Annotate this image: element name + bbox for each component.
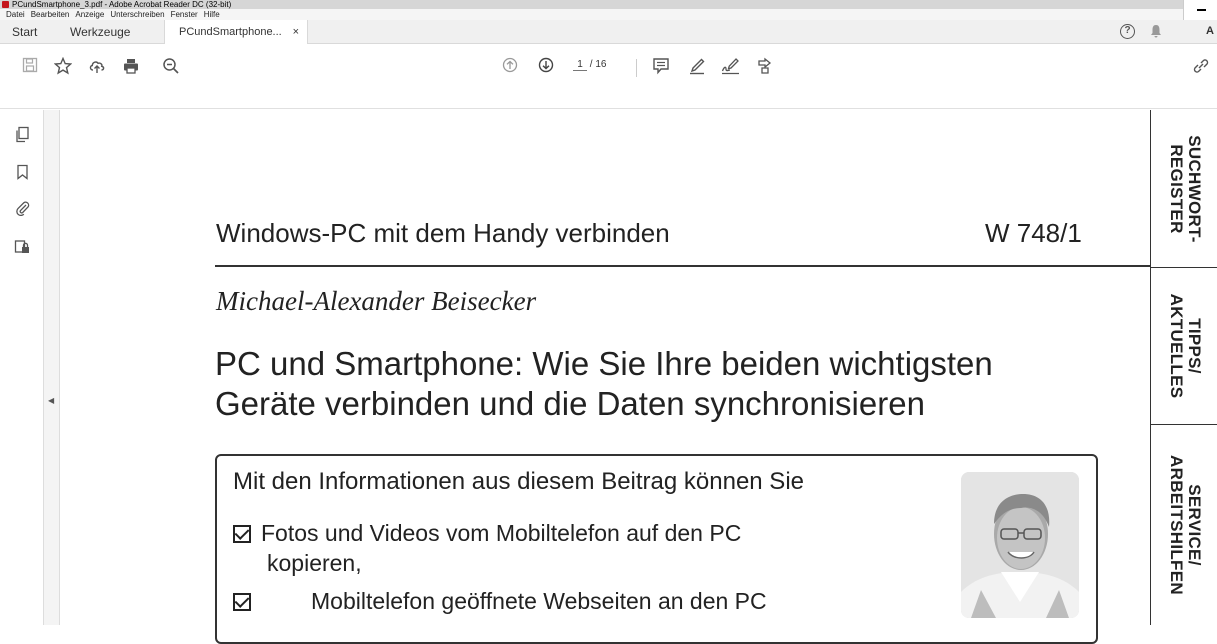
zoom-out-icon[interactable] xyxy=(160,57,182,79)
menu-bar: Datei Bearbeiten Anzeige Unterschreiben Fens… xyxy=(0,9,1183,20)
print-icon[interactable] xyxy=(120,57,142,79)
help-icon[interactable]: ? xyxy=(1120,24,1135,39)
current-page-input[interactable]: 1 xyxy=(573,59,587,71)
headline-line-2: Geräte verbinden und die Daten synchroni… xyxy=(215,385,925,422)
attachments-paperclip-icon[interactable] xyxy=(14,200,30,218)
section-number: W 748/1 xyxy=(985,218,1082,248)
highlight-pen-icon[interactable] xyxy=(686,57,708,79)
menu-bearbeiten[interactable]: Bearbeiten xyxy=(31,10,70,19)
register-tab-suchwort: SUCHWORT- REGISTER xyxy=(1151,110,1217,268)
menu-hilfe[interactable]: Hilfe xyxy=(204,10,220,19)
info-box-item-1: Fotos und Videos vom Mobiltelefon auf de… xyxy=(233,518,873,578)
info-box: Mit den Informationen aus diesem Beitrag… xyxy=(215,454,1098,644)
tab-werkzeuge[interactable]: Werkzeuge xyxy=(70,20,130,44)
acrobat-app-icon xyxy=(2,1,9,8)
article-headline: PC und Smartphone: Wie Sie Ihre beiden w… xyxy=(215,344,1075,424)
menu-fenster[interactable]: Fenster xyxy=(171,10,198,19)
toolbar-divider xyxy=(636,59,637,77)
headline-line-1: PC und Smartphone: Wie Sie Ihre beiden w… xyxy=(215,345,993,382)
menu-unterschreiben[interactable]: Unterschreiben xyxy=(110,10,164,19)
window-titlebar: PCundSmartphone_3.pdf - Adobe Acrobat Re… xyxy=(0,0,1217,20)
notifications-bell-icon[interactable] xyxy=(1150,24,1162,41)
main-toolbar: 1 / 16 xyxy=(0,45,1217,109)
menu-anzeige[interactable]: Anzeige xyxy=(75,10,104,19)
page-navigator: 1 / 16 xyxy=(573,59,606,71)
tab-bar: Start Werkzeuge PCundSmartphone... × ? A xyxy=(0,20,1217,44)
running-header: Windows-PC mit dem Handy verbinden xyxy=(216,218,670,248)
register-tab-tipps-label: TIPPS/ AKTUELLES xyxy=(1166,293,1204,399)
header-rule xyxy=(215,265,1150,267)
save-icon[interactable] xyxy=(20,57,40,79)
security-lock-icon[interactable] xyxy=(14,238,30,256)
sign-icon[interactable] xyxy=(720,57,742,79)
register-tab-tipps: TIPPS/ AKTUELLES xyxy=(1151,268,1217,425)
close-tab-icon[interactable]: × xyxy=(293,20,299,44)
page-total: / 16 xyxy=(589,59,607,70)
bookmark-star-icon[interactable] xyxy=(52,56,74,79)
tab-document[interactable]: PCundSmartphone... × xyxy=(164,20,308,44)
register-tab-suchwort-label: SUCHWORT- REGISTER xyxy=(1166,134,1204,243)
author-name: Michael-Alexander Beisecker xyxy=(216,286,537,316)
next-page-icon[interactable] xyxy=(536,57,556,79)
info-box-item-2-text: Mobiltelefon geöffnete Webseiten an den … xyxy=(311,588,767,614)
tab-document-label: PCundSmartphone... xyxy=(179,26,282,38)
share-link-icon[interactable] xyxy=(1190,57,1212,79)
info-box-item-1-text: Fotos und Videos vom Mobiltelefon auf de… xyxy=(261,520,742,546)
checkbox-checked-icon xyxy=(233,525,251,543)
register-tab-service: SERVICE/ ARBEITSHILFEN xyxy=(1151,425,1217,625)
upload-cloud-icon[interactable] xyxy=(86,57,108,79)
expand-panel-arrow-icon[interactable]: ◀ xyxy=(48,396,54,405)
info-box-heading: Mit den Informationen aus diesem Beitrag… xyxy=(233,468,804,495)
info-box-item-2: Mobiltelefon geöffnete Webseiten an den … xyxy=(233,586,873,616)
left-navigation-rail xyxy=(0,110,44,625)
panel-collapse-strip[interactable]: ◀ xyxy=(44,110,60,625)
previous-page-icon[interactable] xyxy=(500,57,520,79)
minimize-icon xyxy=(1197,9,1206,11)
page-thumbnails-icon[interactable] xyxy=(14,126,30,144)
menu-datei[interactable]: Datei xyxy=(6,10,25,19)
register-tabs: SUCHWORT- REGISTER TIPPS/ AKTUELLES SERV… xyxy=(1150,110,1217,625)
bookmarks-panel-icon[interactable] xyxy=(14,164,30,182)
checkbox-checked-icon xyxy=(233,593,251,611)
comment-icon[interactable] xyxy=(650,57,672,79)
window-title: PCundSmartphone_3.pdf - Adobe Acrobat Re… xyxy=(12,0,232,9)
author-portrait-photo xyxy=(961,472,1079,618)
info-box-item-1-continuation: kopieren, xyxy=(267,550,362,576)
tab-start[interactable]: Start xyxy=(12,20,37,44)
register-tab-service-label: SERVICE/ ARBEITSHILFEN xyxy=(1166,455,1204,595)
send-for-signature-icon[interactable] xyxy=(754,57,776,79)
document-viewer[interactable]: Windows-PC mit dem Handy verbinden W 748… xyxy=(60,110,1217,644)
account-icon[interactable]: A xyxy=(1206,25,1214,37)
minimize-button[interactable] xyxy=(1183,0,1217,20)
